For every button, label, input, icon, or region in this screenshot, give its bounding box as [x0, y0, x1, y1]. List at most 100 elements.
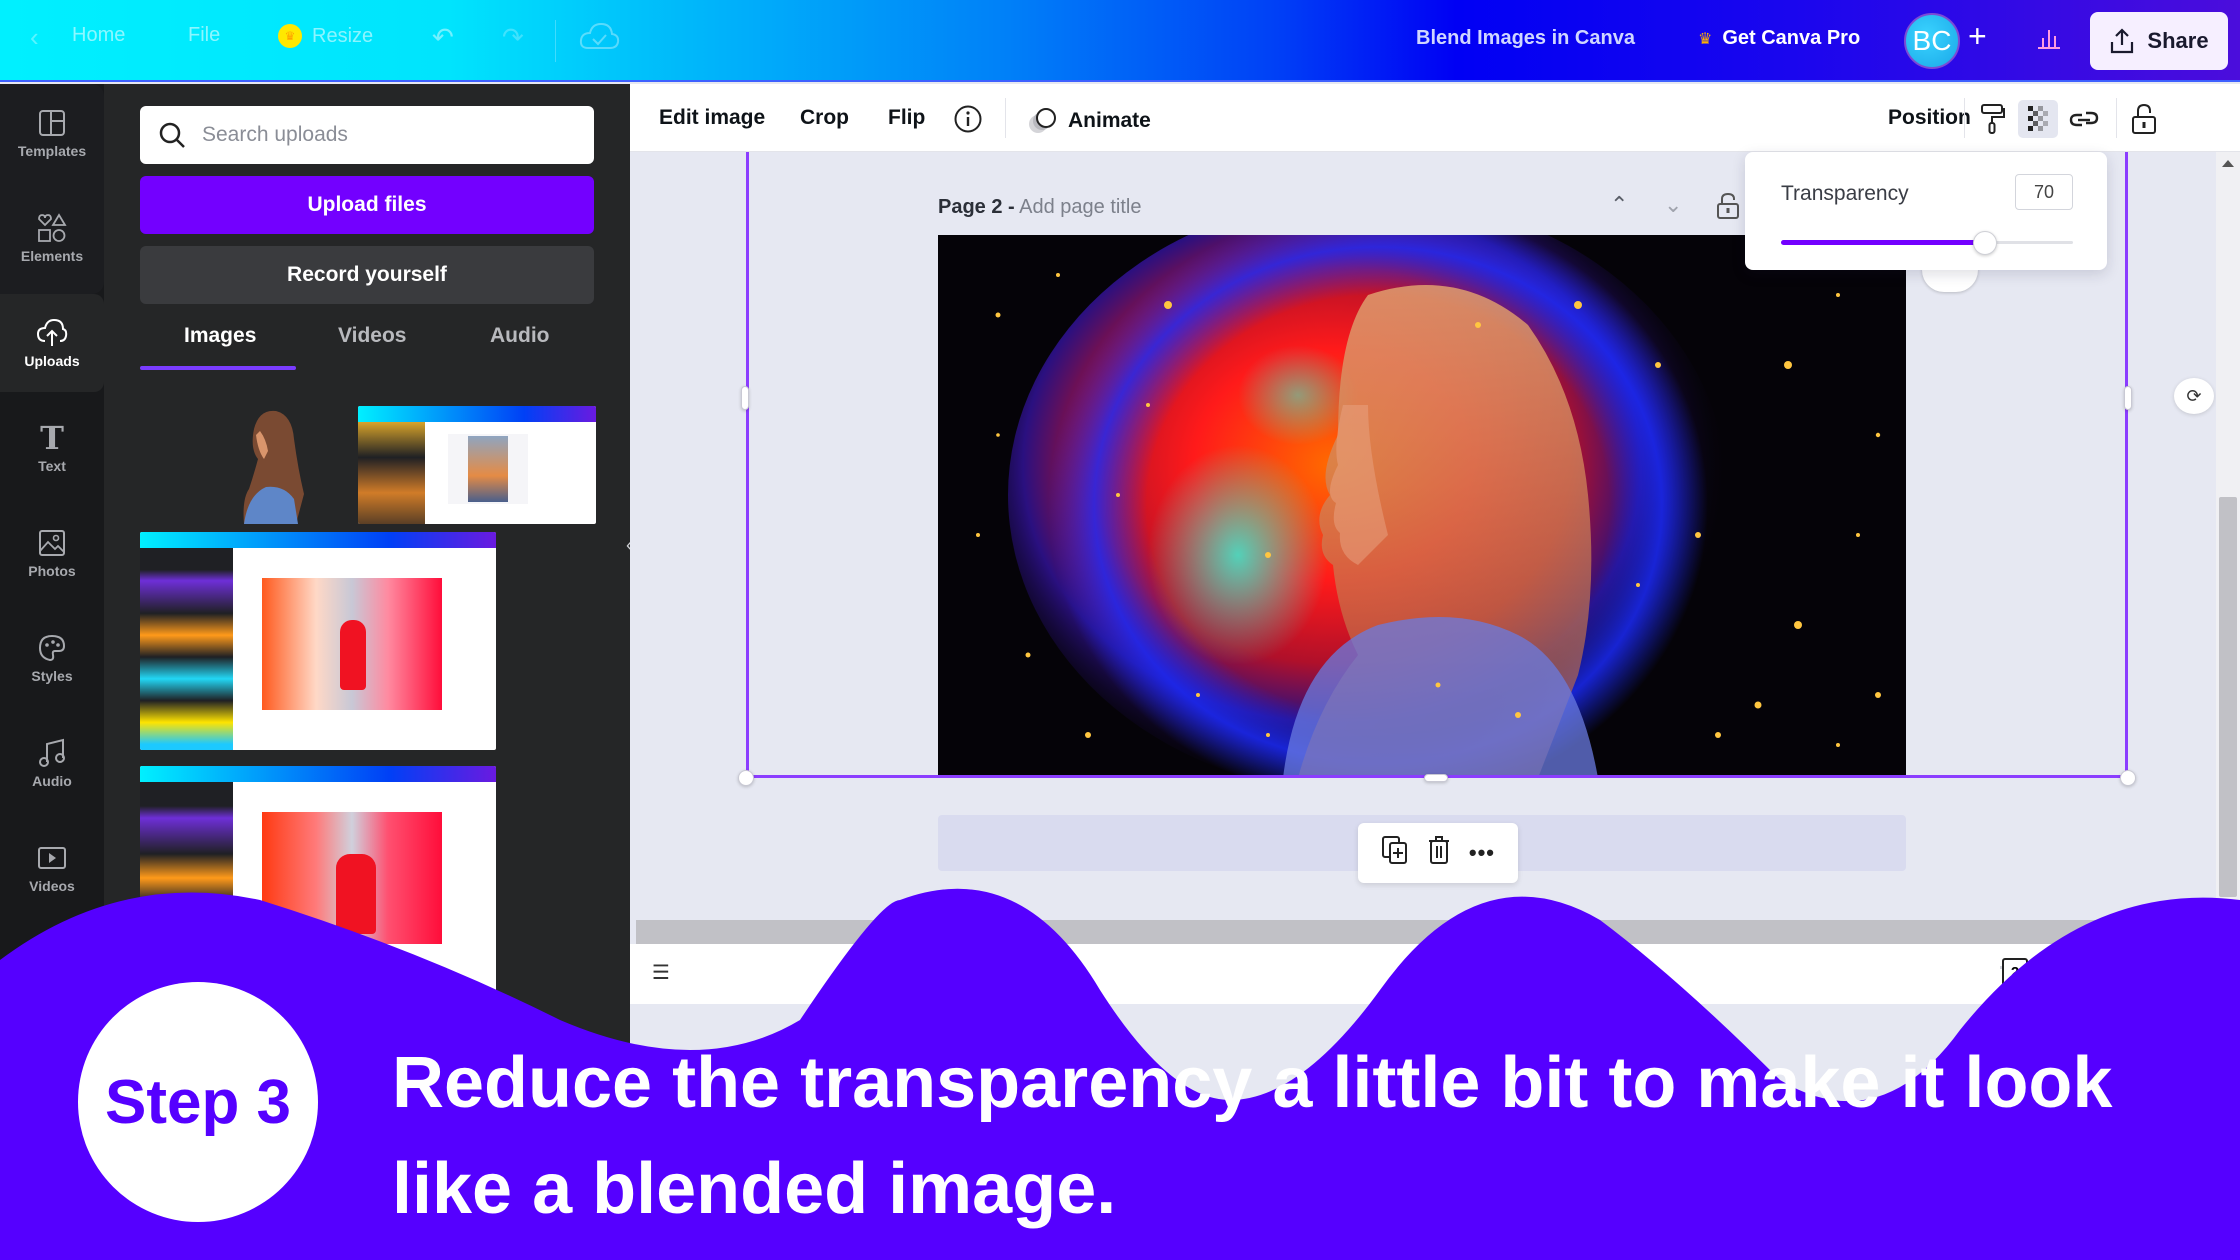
thumb-decoration [140, 766, 496, 782]
resize-handle-right[interactable] [2124, 386, 2132, 410]
music-note-icon [36, 737, 68, 769]
sidebar-label: Uploads [24, 353, 80, 369]
media-tabs: Images Videos Audio [140, 324, 594, 374]
top-bar: ‹ Home File ♛ Resize ↶ ↷ Blend Images in… [0, 0, 2240, 82]
sidebar-item-templates[interactable]: Templates [0, 84, 104, 182]
home-menu[interactable]: Home [72, 24, 125, 47]
edit-image-button[interactable]: Edit image [659, 106, 765, 130]
flip-button[interactable]: Flip [888, 106, 925, 130]
resize-handle-left[interactable] [741, 386, 749, 410]
upload-thumbnail-woman[interactable] [214, 399, 324, 524]
animate-label: Animate [1068, 109, 1151, 132]
scroll-up-arrow-icon[interactable] [2222, 160, 2234, 167]
animate-icon [1029, 108, 1056, 133]
page-actions-toolbar: ••• [1358, 823, 1518, 883]
upload-files-button[interactable]: Upload files [140, 176, 594, 234]
lock-icon[interactable] [2124, 100, 2164, 138]
transparency-popover: Transparency 70 [1745, 152, 2107, 270]
photos-icon [36, 527, 68, 559]
thumb-decoration [340, 620, 366, 690]
palette-icon [36, 632, 68, 664]
sidebar-item-styles[interactable]: Styles [0, 609, 104, 707]
divider [2116, 98, 2117, 138]
cloud-check-icon[interactable] [578, 20, 620, 54]
sidebar-label: Elements [20, 248, 84, 264]
transparency-checker-icon[interactable] [2018, 100, 2058, 138]
sidebar-label: Audio [32, 773, 72, 789]
share-label: Share [2147, 28, 2209, 53]
file-menu[interactable]: File [188, 24, 220, 47]
thumb-decoration [358, 406, 596, 422]
crop-button[interactable]: Crop [800, 106, 849, 130]
tab-images[interactable]: Images [184, 324, 256, 348]
search-input[interactable] [202, 123, 572, 147]
transparency-value-input[interactable]: 70 [2015, 174, 2073, 210]
sidebar-label: Styles [31, 668, 73, 684]
delete-page-icon[interactable] [1427, 835, 1451, 871]
document-title[interactable]: Blend Images in Canva [1416, 27, 1635, 50]
undo-icon[interactable]: ↶ [432, 22, 454, 53]
redo-icon[interactable]: ↷ [502, 22, 524, 53]
resize-menu[interactable]: ♛ Resize [278, 24, 373, 48]
crown-icon: ♛ [278, 24, 302, 48]
resize-label: Resize [312, 24, 374, 47]
sidebar-item-elements[interactable]: Elements [0, 189, 104, 287]
insights-chart-icon[interactable] [2036, 24, 2062, 50]
upload-thumbnail-screenshot[interactable] [140, 532, 496, 750]
text-icon: T [40, 419, 64, 457]
sidebar-label: Text [38, 458, 66, 474]
get-pro-label: Get Canva Pro [1722, 27, 1861, 49]
tab-videos[interactable]: Videos [338, 324, 406, 348]
upload-cloud-icon [36, 317, 68, 349]
resize-handle-bottom-left[interactable] [738, 770, 754, 786]
crown-icon: ♛ [1698, 30, 1713, 48]
elements-icon [36, 212, 68, 244]
transparency-label: Transparency [1781, 182, 1909, 205]
divider [1964, 98, 1965, 138]
sidebar-label: Templates [17, 143, 87, 159]
slider-fill [1781, 240, 1986, 245]
share-upload-icon [2111, 28, 2134, 54]
avatar[interactable]: BC [1904, 13, 1960, 69]
search-box[interactable] [140, 106, 594, 164]
get-canva-pro-button[interactable]: ♛ Get Canva Pro [1698, 27, 1860, 50]
video-play-icon [36, 842, 68, 874]
paint-roller-icon[interactable] [1973, 100, 2013, 138]
search-icon [159, 122, 185, 148]
upload-thumbnail-screenshot[interactable] [358, 406, 596, 524]
step-instruction: Reduce the transparency a little bit to … [392, 1043, 2113, 1229]
thumb-decoration [358, 422, 425, 524]
transparency-slider[interactable] [1781, 231, 2073, 255]
sidebar-item-uploads[interactable]: Uploads [0, 294, 104, 392]
duplicate-page-icon[interactable] [1381, 835, 1409, 871]
context-toolbar: Edit image Crop Flip Animate Position [630, 84, 2240, 152]
templates-icon [36, 107, 68, 139]
info-icon[interactable] [948, 100, 988, 138]
record-yourself-button[interactable]: Record yourself [140, 246, 594, 304]
sidebar-item-text[interactable]: T Text [0, 399, 104, 497]
divider [1005, 98, 1006, 138]
step-badge: Step 3 [78, 982, 318, 1222]
thumb-decoration [468, 436, 508, 502]
active-tab-indicator [140, 366, 296, 370]
chevron-left-icon[interactable]: ‹ [30, 22, 39, 53]
animate-button[interactable]: Animate [1026, 106, 1151, 136]
resize-handle-bottom-right[interactable] [2120, 770, 2136, 786]
thumb-decoration [140, 548, 233, 750]
vertical-scrollbar[interactable] [2216, 152, 2240, 912]
link-icon[interactable] [2064, 100, 2104, 138]
resize-handle-bottom[interactable] [1424, 774, 1448, 782]
sidebar-item-photos[interactable]: Photos [0, 504, 104, 602]
vertical-scroll-thumb[interactable] [2219, 497, 2237, 897]
sidebar-label: Photos [28, 563, 76, 579]
more-options-icon[interactable]: ••• [1469, 840, 1495, 866]
thumb-decoration [140, 532, 496, 548]
slider-knob[interactable] [1973, 231, 1998, 255]
add-collaborator-icon[interactable]: + [1968, 18, 1987, 55]
share-button[interactable]: Share [2090, 12, 2228, 70]
position-button[interactable]: Position [1888, 106, 1971, 130]
tab-audio[interactable]: Audio [490, 324, 549, 348]
sidebar-item-audio[interactable]: Audio [0, 714, 104, 812]
refresh-rotate-icon[interactable]: ⟳ [2174, 378, 2214, 414]
divider [555, 20, 556, 62]
